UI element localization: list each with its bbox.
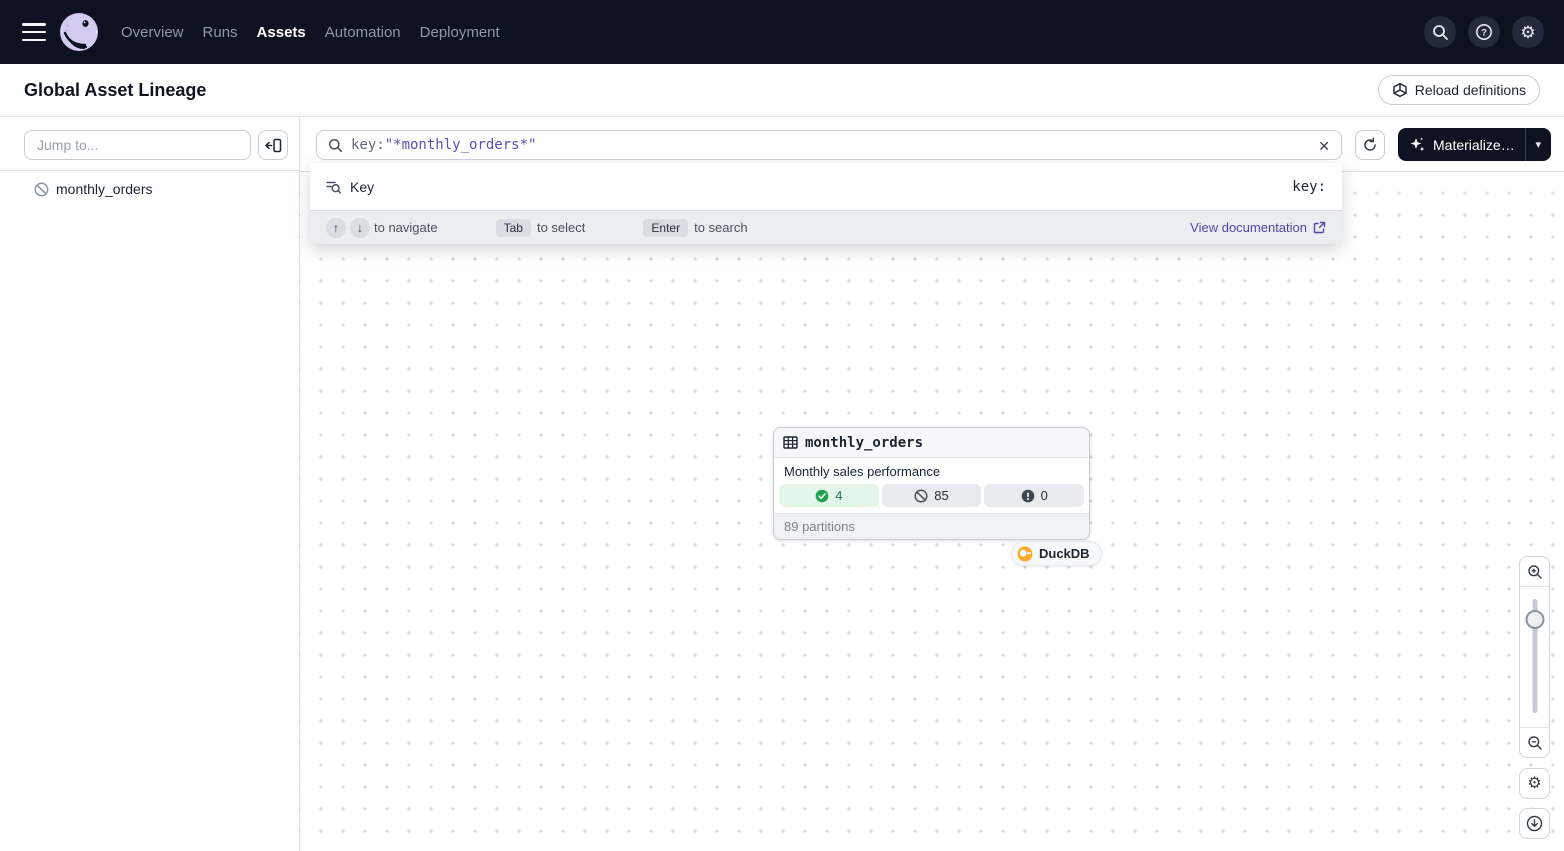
asset-search-input[interactable]: key:"*monthly_orders*" ✕ [316, 130, 1342, 160]
help-icon: ? [1475, 23, 1493, 41]
suggestion-token: key: [1292, 179, 1326, 195]
search-hint: to search [694, 220, 747, 235]
materialize-button[interactable]: Materialize… [1398, 136, 1525, 153]
zoom-in-icon [1527, 564, 1543, 580]
nav-overview[interactable]: Overview [121, 24, 184, 41]
menu-icon[interactable] [22, 23, 46, 41]
top-nav-bar: Overview Runs Assets Automation Deployme… [0, 0, 1564, 64]
materialized-count-badge[interactable]: 4 [779, 484, 879, 507]
zoom-slider[interactable] [1520, 587, 1549, 727]
suggestion-key[interactable]: Key key: [310, 163, 1342, 210]
search-button[interactable] [1424, 16, 1456, 48]
failed-count: 0 [1041, 488, 1048, 503]
navigate-hint: to navigate [374, 220, 438, 235]
primary-nav: Overview Runs Assets Automation Deployme… [121, 24, 500, 41]
dagster-app: Overview Runs Assets Automation Deployme… [0, 0, 1564, 851]
search-icon [1432, 24, 1449, 41]
page-header: Global Asset Lineage Reload definitions [0, 64, 1564, 117]
arrow-down-icon: ↓ [350, 218, 370, 238]
chevron-down-icon: ▾ [1535, 139, 1541, 151]
materialize-dropdown-button[interactable]: ▾ [1526, 138, 1552, 151]
materialize-label: Materialize… [1433, 137, 1515, 153]
dagster-logo-icon[interactable] [59, 12, 99, 52]
jump-to-input[interactable] [24, 130, 251, 160]
search-autocomplete-panel: Key key: ↑ ↓ to navigate Tab to select E… [310, 163, 1342, 244]
collapse-sidebar-button[interactable] [258, 130, 288, 160]
reload-definitions-button[interactable]: Reload definitions [1378, 75, 1540, 105]
nav-automation[interactable]: Automation [325, 24, 401, 41]
graph-settings-button[interactable]: ⚙ [1519, 768, 1550, 799]
missing-count-badge[interactable]: 85 [882, 484, 982, 507]
search-query-value: "*monthly_orders*" [385, 137, 537, 153]
reload-code-location-icon [1392, 82, 1408, 98]
gear-icon: ⚙ [1527, 776, 1541, 792]
help-button[interactable]: ? [1468, 16, 1500, 48]
storage-kind-tag-duckdb[interactable]: DuckDB [1011, 541, 1102, 566]
materialized-count: 4 [835, 488, 842, 503]
nav-runs[interactable]: Runs [203, 24, 238, 41]
view-documentation-label: View documentation [1190, 220, 1307, 235]
zoom-in-button[interactable] [1520, 557, 1549, 587]
slash-circle-icon [34, 182, 49, 197]
suggestion-label: Key [350, 179, 374, 195]
download-icon [1526, 815, 1543, 832]
zoom-slider-knob[interactable] [1525, 610, 1544, 629]
view-documentation-link[interactable]: View documentation [1190, 220, 1326, 235]
reload-definitions-label: Reload definitions [1415, 82, 1526, 98]
table-icon [783, 436, 798, 449]
search-query-text: key:"*monthly_orders*" [351, 137, 536, 153]
external-link-icon [1313, 221, 1326, 234]
refresh-graph-button[interactable] [1355, 130, 1385, 160]
select-hint: to select [537, 220, 585, 235]
page-title: Global Asset Lineage [24, 80, 206, 101]
zoom-out-button[interactable] [1520, 727, 1549, 757]
panel-collapse-icon [265, 138, 282, 153]
asset-node-monthly-orders[interactable]: monthly_orders Monthly sales performance… [773, 427, 1090, 540]
arrow-up-icon: ↑ [326, 218, 346, 238]
topbar-actions: ? ⚙ [1424, 16, 1544, 48]
storage-tag-label: DuckDB [1039, 546, 1090, 561]
slash-circle-icon [914, 489, 928, 503]
tab-key-badge: Tab [496, 219, 531, 237]
gear-icon: ⚙ [1520, 24, 1535, 41]
download-graph-button[interactable] [1519, 808, 1550, 839]
asset-node-header[interactable]: monthly_orders [774, 428, 1089, 458]
asset-node-description: Monthly sales performance [774, 458, 1089, 484]
autocomplete-footer: ↑ ↓ to navigate Tab to select Enter to s… [310, 210, 1342, 244]
search-query-prefix: key: [351, 137, 385, 153]
nav-assets[interactable]: Assets [257, 24, 306, 41]
lineage-canvas[interactable]: key:"*monthly_orders*" ✕ Materialize… ▾ [300, 117, 1564, 851]
asset-sidebar: monthly_orders [0, 117, 300, 851]
asset-node-badges: 4 85 0 [774, 484, 1089, 513]
search-icon [328, 138, 343, 153]
nav-deployment[interactable]: Deployment [420, 24, 500, 41]
alert-circle-icon [1021, 489, 1035, 503]
enter-key-badge: Enter [643, 219, 688, 237]
zoom-controls [1519, 556, 1550, 758]
refresh-icon [1362, 137, 1378, 153]
settings-button[interactable]: ⚙ [1512, 16, 1544, 48]
sidebar-item-monthly-orders[interactable]: monthly_orders [0, 171, 299, 207]
zoom-out-icon [1527, 735, 1543, 751]
sidebar-item-label: monthly_orders [56, 181, 153, 197]
sidebar-header [0, 117, 299, 171]
sparkle-icon [1409, 136, 1426, 153]
duckdb-icon [1017, 546, 1033, 562]
clear-search-icon[interactable]: ✕ [1318, 137, 1330, 155]
check-circle-icon [815, 489, 829, 503]
svg-text:?: ? [1481, 27, 1487, 38]
failed-count-badge[interactable]: 0 [984, 484, 1084, 507]
materialize-button-group: Materialize… ▾ [1398, 128, 1551, 161]
missing-count: 85 [934, 488, 948, 503]
asset-node-title: monthly_orders [805, 435, 923, 451]
asset-node-partitions: 89 partitions [774, 513, 1089, 539]
filter-search-icon [326, 179, 341, 195]
